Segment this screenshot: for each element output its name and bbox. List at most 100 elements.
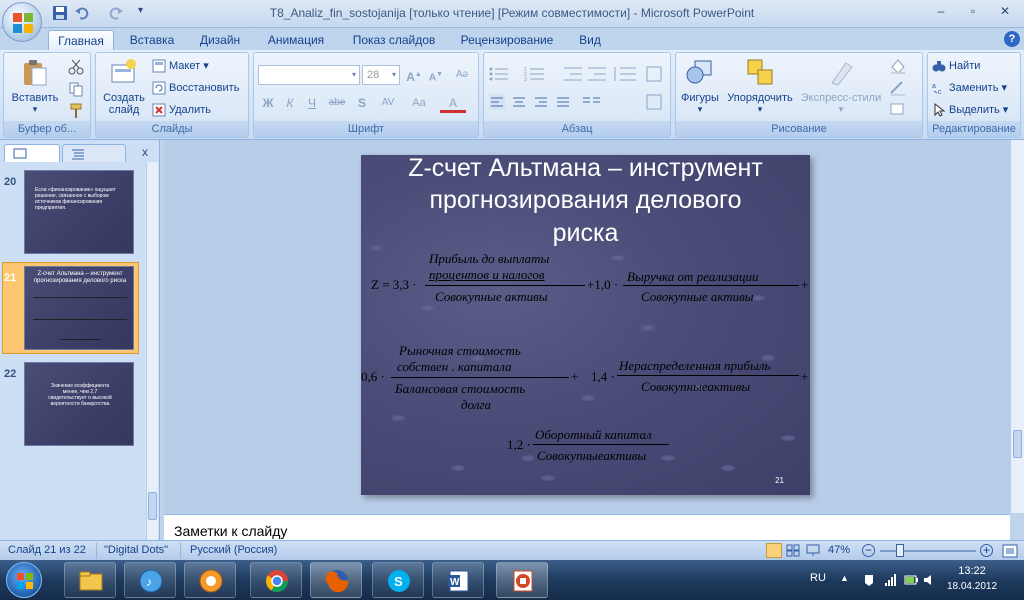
tab-animation[interactable]: Анимация xyxy=(258,30,334,50)
current-slide[interactable]: Z-счет Альтмана – инструмент прогнозиров… xyxy=(361,155,810,495)
text-direction-icon[interactable] xyxy=(644,65,666,83)
formula-plus: + xyxy=(801,277,809,292)
group-clipboard: Вставить ▾ Буфер об... xyxy=(3,52,91,138)
font-name-combo[interactable]: ▾ xyxy=(258,65,360,85)
format-painter-icon[interactable] xyxy=(68,103,84,119)
minimize-button[interactable]: – xyxy=(928,2,954,20)
layout-button[interactable]: Макет ▾ xyxy=(152,57,209,75)
clock-time[interactable]: 13:22 xyxy=(942,565,1002,577)
reset-button[interactable]: Восстановить xyxy=(152,79,239,97)
align-center-icon[interactable] xyxy=(510,93,528,111)
normal-view-icon[interactable] xyxy=(766,543,782,558)
shrink-font-icon[interactable]: A▼ xyxy=(426,65,446,85)
zoom-in-button[interactable]: + xyxy=(980,544,993,557)
taskbar-word[interactable]: W xyxy=(432,562,484,598)
taskbar-chrome[interactable] xyxy=(250,562,302,598)
start-button[interactable] xyxy=(6,562,42,598)
maximize-button[interactable]: ▫ xyxy=(960,2,986,20)
clock-date[interactable]: 18.04.2012 xyxy=(942,581,1002,592)
scroll-thumb[interactable] xyxy=(1013,430,1022,458)
bullets-icon[interactable] xyxy=(488,65,522,83)
shadow-button[interactable]: S xyxy=(352,93,372,113)
slide-thumbnail-21[interactable]: Z-счет Альтмана – инструмент прогнозиров… xyxy=(24,266,134,350)
volume-icon[interactable] xyxy=(922,573,936,587)
copy-icon[interactable] xyxy=(68,81,84,97)
office-button[interactable] xyxy=(2,2,42,42)
taskbar-app[interactable] xyxy=(184,562,236,598)
align-text-icon[interactable] xyxy=(644,93,666,111)
taskbar-itunes[interactable]: ♪ xyxy=(124,562,176,598)
cut-icon[interactable] xyxy=(68,59,84,75)
delete-slide-button[interactable]: Удалить xyxy=(152,101,211,119)
change-case-button[interactable]: Aa xyxy=(406,93,432,113)
font-size-combo[interactable]: 28 ▾ xyxy=(362,65,400,85)
tab-design[interactable]: Дизайн xyxy=(190,30,250,50)
tab-review[interactable]: Рецензирование xyxy=(452,30,562,50)
numbering-icon[interactable]: 123 xyxy=(524,65,558,83)
underline-button[interactable]: Ч xyxy=(302,93,322,113)
close-button[interactable]: ✕ xyxy=(992,2,1018,20)
decrease-indent-icon[interactable] xyxy=(562,65,584,83)
shape-outline-icon[interactable] xyxy=(888,79,912,97)
zoom-slider-track[interactable] xyxy=(880,550,976,552)
bold-button[interactable]: Ж xyxy=(258,93,278,113)
shape-fill-icon[interactable] xyxy=(888,57,912,75)
zoom-slider-thumb[interactable] xyxy=(896,544,904,557)
tab-outline-view[interactable] xyxy=(62,144,126,162)
taskbar-skype[interactable]: S xyxy=(372,562,424,598)
editor-scrollbar[interactable] xyxy=(1010,140,1024,513)
select-button[interactable]: Выделить ▾ xyxy=(932,101,1008,119)
tray-expand-icon[interactable]: ▲ xyxy=(840,573,854,587)
battery-icon[interactable] xyxy=(904,573,918,587)
close-pane-icon[interactable]: x xyxy=(142,145,148,159)
tab-slideshow[interactable]: Показ слайдов xyxy=(344,30,444,50)
slides-pane-scrollbar[interactable] xyxy=(146,162,158,540)
taskbar-firefox[interactable] xyxy=(310,562,362,598)
taskbar-powerpoint[interactable] xyxy=(496,562,548,598)
slide-thumbnail-22[interactable]: Значение коэффициента менее, чем 2,7 сви… xyxy=(24,362,134,446)
shape-effects-icon[interactable] xyxy=(888,101,912,119)
clear-format-icon[interactable]: Aə xyxy=(452,65,472,85)
zoom-out-button[interactable]: − xyxy=(862,544,875,557)
help-icon[interactable]: ? xyxy=(1004,31,1020,47)
language-status[interactable]: Русский (Россия) xyxy=(190,544,277,556)
scroll-thumb[interactable] xyxy=(148,492,157,520)
group-label-slides: Слайды xyxy=(96,121,248,137)
action-center-icon[interactable] xyxy=(862,573,876,587)
zoom-level[interactable]: 47% xyxy=(828,544,850,556)
font-color-button[interactable]: A xyxy=(440,93,466,113)
strikethrough-button[interactable]: abe xyxy=(324,93,350,113)
italic-button[interactable]: К xyxy=(280,93,300,113)
notes-pane[interactable]: Заметки к слайду xyxy=(164,514,1010,540)
quick-styles-button[interactable]: Экспресс-стили ▾ xyxy=(798,57,884,115)
slide-thumbnail-20[interactable]: Если «финансирование» ощущает решение, с… xyxy=(24,170,134,254)
grow-font-icon[interactable]: A▲ xyxy=(404,65,424,85)
line-spacing-icon[interactable] xyxy=(612,65,638,83)
justify-icon[interactable] xyxy=(554,93,572,111)
formula-t5-numerator: Оборотный капитал xyxy=(535,427,652,442)
shapes-button[interactable]: Фигуры ▾ xyxy=(678,57,722,115)
tab-view[interactable]: Вид xyxy=(570,30,610,50)
new-slide-button[interactable]: Создать слайд xyxy=(98,57,150,116)
paste-button[interactable]: Вставить ▾ xyxy=(8,57,62,115)
group-label-editing: Редактирование xyxy=(928,121,1020,137)
input-language[interactable]: RU xyxy=(810,572,826,584)
arrange-button[interactable]: Упорядочить ▾ xyxy=(722,57,798,115)
slideshow-view-icon[interactable] xyxy=(806,544,820,557)
network-icon[interactable] xyxy=(884,573,898,587)
fit-to-window-icon[interactable] xyxy=(1002,544,1018,558)
increase-indent-icon[interactable] xyxy=(586,65,608,83)
tab-home[interactable]: Главная xyxy=(48,30,114,50)
find-button[interactable]: Найти xyxy=(932,57,980,75)
formula-t1-numerator-2: процентов и налогов xyxy=(429,267,545,282)
paste-icon xyxy=(24,60,47,86)
tab-insert[interactable]: Вставка xyxy=(122,30,182,50)
align-right-icon[interactable] xyxy=(532,93,550,111)
align-left-icon[interactable] xyxy=(488,93,506,111)
slide-sorter-icon[interactable] xyxy=(786,544,800,557)
taskbar-explorer[interactable] xyxy=(64,562,116,598)
tab-slides-view[interactable] xyxy=(4,144,60,162)
replace-button[interactable]: a c Заменить ▾ xyxy=(932,79,1007,97)
columns-icon[interactable] xyxy=(580,93,606,111)
char-spacing-button[interactable]: AV xyxy=(374,93,402,113)
